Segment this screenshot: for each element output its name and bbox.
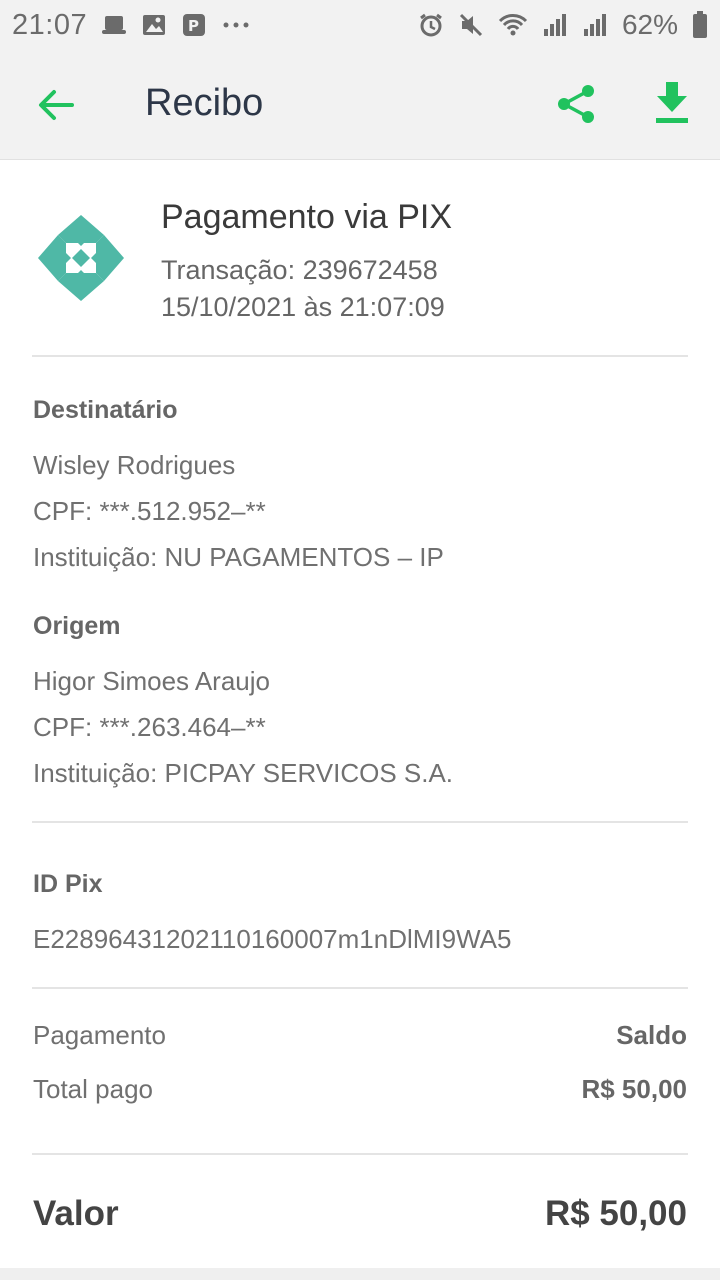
pix-logo-icon — [38, 215, 124, 301]
wifi-icon — [498, 14, 528, 36]
divider — [32, 355, 688, 357]
alarm-icon — [420, 13, 442, 37]
page-title: Recibo — [145, 82, 264, 124]
receipt-header: Pagamento via PIX Transação: 239672458 1… — [0, 160, 720, 356]
divider — [32, 987, 688, 989]
total-paid-label: Total pago — [33, 1074, 153, 1104]
divider — [32, 821, 688, 823]
mute-icon — [459, 13, 483, 37]
origin-label: Origem — [33, 612, 121, 640]
battery-icon — [693, 11, 707, 38]
status-bar: 21:07 P 62% — [0, 0, 720, 50]
transaction-datetime: 15/10/2021 às 21:07:09 — [161, 292, 445, 322]
back-arrow-icon[interactable] — [34, 84, 76, 126]
origin-cpf: CPF: ***.263.464–** — [33, 712, 266, 742]
image-icon — [143, 15, 166, 35]
svg-text:P: P — [188, 17, 199, 35]
recipient-institution: Instituição: NU PAGAMENTOS – IP — [33, 542, 444, 572]
valor-value: R$ 50,00 — [544, 1194, 687, 1233]
valor-label: Valor — [33, 1194, 119, 1233]
battery-percent: 62% — [621, 9, 678, 40]
payment-method-value: Saldo — [616, 1020, 687, 1050]
signal-icon — [543, 14, 566, 36]
download-icon[interactable] — [652, 80, 692, 126]
status-time: 21:07 — [12, 8, 88, 41]
receipt-content: Pagamento via PIX Transação: 239672458 1… — [0, 160, 720, 356]
parking-icon: P — [183, 14, 206, 36]
divider — [32, 1153, 688, 1155]
transaction-id: Transação: 239672458 — [161, 255, 438, 285]
recipient-label: Destinatário — [33, 396, 178, 424]
app-bar: Recibo — [0, 50, 720, 160]
bottom-edge — [0, 1268, 720, 1280]
recipient-name: Wisley Rodrigues — [33, 450, 236, 480]
more-icon — [223, 22, 249, 28]
origin-name: Higor Simoes Araujo — [33, 666, 270, 696]
recipient-cpf: CPF: ***.512.952–** — [33, 496, 266, 526]
hat-icon — [102, 16, 127, 34]
payment-method-label: Pagamento — [33, 1020, 166, 1050]
share-icon[interactable] — [554, 82, 598, 126]
origin-institution: Instituição: PICPAY SERVICOS S.A. — [33, 758, 454, 788]
receipt-title: Pagamento via PIX — [161, 198, 453, 236]
signal-icon — [583, 14, 606, 36]
pix-id-value: E22896431202110160007m1nDlMI9WA5 — [33, 924, 512, 954]
pix-id-label: ID Pix — [33, 870, 103, 898]
total-paid-value: R$ 50,00 — [581, 1074, 687, 1104]
